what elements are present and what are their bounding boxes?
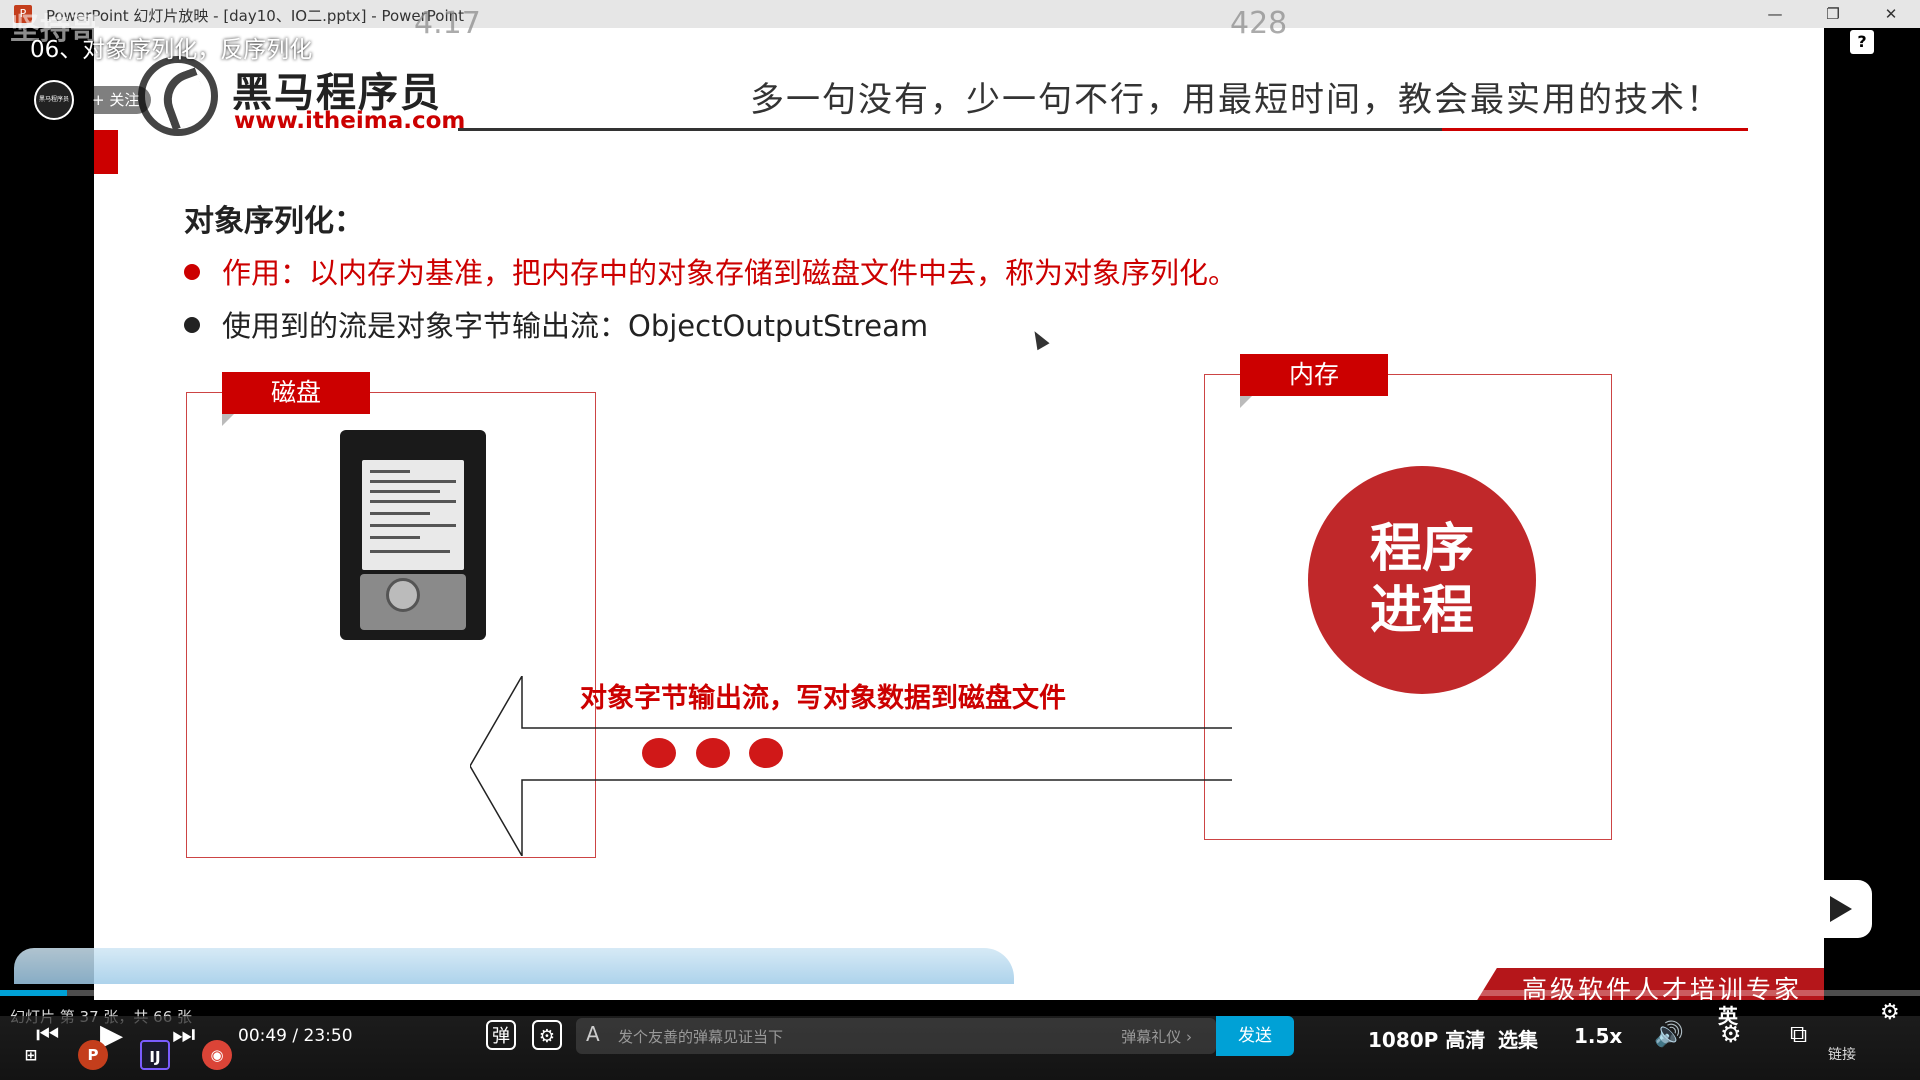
follow-widget: 黑马程序员 + 关注 — [34, 80, 152, 120]
bullet-dot-icon — [184, 264, 200, 280]
hard-drive-image — [340, 430, 486, 640]
header-divider-accent — [1442, 128, 1748, 131]
next-icon[interactable]: ⏭ — [172, 1020, 195, 1051]
slide-canvas: 黑马程序员 www.itheima.com 多一句没有，少一句不行，用最短时间，… — [94, 28, 1824, 1000]
uploader-avatar[interactable]: 黑马程序员 — [34, 80, 74, 120]
powerpoint-taskbar-icon[interactable]: P — [78, 1040, 108, 1070]
windows-start-icon[interactable]: ⊞ — [16, 1040, 46, 1070]
danmaku-etiquette-link[interactable]: 弹幕礼仪 › — [1121, 1026, 1192, 1047]
bullet-stream: 使用到的流是对象字节输出流：ObjectOutputStream — [184, 303, 928, 345]
volume-icon[interactable]: 🔊 — [1654, 1020, 1684, 1048]
help-icon[interactable]: ? — [1850, 30, 1874, 54]
process-line1: 程序 — [1369, 519, 1474, 579]
close-button[interactable]: ✕ — [1862, 0, 1920, 28]
video-progress-bar[interactable] — [0, 990, 1920, 996]
video-progress-fill — [0, 990, 68, 996]
minimize-button[interactable]: — — [1746, 0, 1804, 28]
danmaku-input[interactable]: A 发个友善的弹幕见证当下 弹幕礼仪 › — [576, 1018, 1216, 1054]
data-dot — [642, 738, 676, 768]
danmaku-wave — [14, 948, 1014, 984]
episodes-button[interactable]: 选集 — [1498, 1024, 1538, 1053]
hard-drive-label — [362, 460, 464, 570]
brand-url: www.itheima.com — [234, 108, 466, 134]
bullet-text: 作用：以内存为基准，把内存中的对象存储到磁盘文件中去，称为对象序列化。 — [222, 256, 1238, 290]
pip-icon[interactable]: ⧉ — [1790, 1020, 1807, 1048]
hard-drive-spindle — [386, 578, 420, 612]
settings-icon[interactable]: ⚙ — [1720, 1020, 1742, 1048]
top-number-right: 428 — [1230, 6, 1288, 41]
process-circle: 程序 进程 — [1308, 466, 1536, 694]
video-title: 06、对象序列化，反序列化 — [30, 37, 313, 63]
bullet-dot-icon — [184, 317, 200, 333]
link-label[interactable]: 链接 — [1828, 1044, 1856, 1064]
bullet-purpose: 作用：以内存为基准，把内存中的对象存储到磁盘文件中去，称为对象序列化。 — [184, 250, 1237, 292]
window-titlebar: P PowerPoint 幻灯片放映 - [day10、IO二.pptx] - … — [0, 0, 1920, 28]
data-dot — [749, 738, 783, 768]
time-display: 00:49 / 23:50 — [238, 1026, 353, 1046]
time-separator: / — [292, 1026, 299, 1046]
data-dot — [696, 738, 730, 768]
restore-button[interactable]: ❐ — [1804, 0, 1862, 28]
danmaku-settings-icon[interactable]: ⚙ — [532, 1020, 562, 1050]
process-line2: 进程 — [1369, 581, 1474, 641]
follow-button[interactable]: + 关注 — [80, 86, 152, 114]
tv-play-icon[interactable] — [1804, 880, 1872, 938]
danmaku-toggle-icon[interactable]: 弹 — [486, 1020, 516, 1050]
text-style-icon[interactable]: A — [586, 1022, 600, 1046]
left-arrow-icon — [470, 676, 1232, 856]
brand-logo: 黑马程序员 www.itheima.com — [138, 56, 465, 136]
window-title: PowerPoint 幻灯片放映 - [day10、IO二.pptx] - Po… — [46, 7, 465, 25]
danmaku-placeholder: 发个友善的弹幕见证当下 — [618, 1028, 784, 1046]
time-total: 23:50 — [303, 1026, 353, 1046]
intellij-taskbar-icon[interactable]: IJ — [140, 1040, 170, 1070]
memory-label: 内存 — [1240, 354, 1388, 408]
chrome-taskbar-icon[interactable]: ◉ — [202, 1040, 232, 1070]
send-button[interactable]: 发送 — [1216, 1016, 1294, 1056]
top-number-left: 4.17 — [414, 6, 481, 41]
slide-heading: 对象序列化： — [184, 204, 364, 239]
slide-red-tab — [94, 130, 118, 174]
slide-slogan: 多一句没有，少一句不行，用最短时间，教会最实用的技术！ — [750, 80, 1722, 120]
speed-selector[interactable]: 1.5x — [1574, 1024, 1622, 1048]
bullet-text: 使用到的流是对象字节输出流：ObjectOutputStream — [222, 309, 929, 343]
time-current: 00:49 — [238, 1026, 287, 1046]
quality-selector[interactable]: 1080P 高清 — [1368, 1024, 1485, 1053]
disk-label: 磁盘 — [222, 372, 370, 426]
window-controls: — ❐ ✕ — [1746, 0, 1920, 28]
gear-icon[interactable]: ⚙ — [1880, 1000, 1900, 1025]
